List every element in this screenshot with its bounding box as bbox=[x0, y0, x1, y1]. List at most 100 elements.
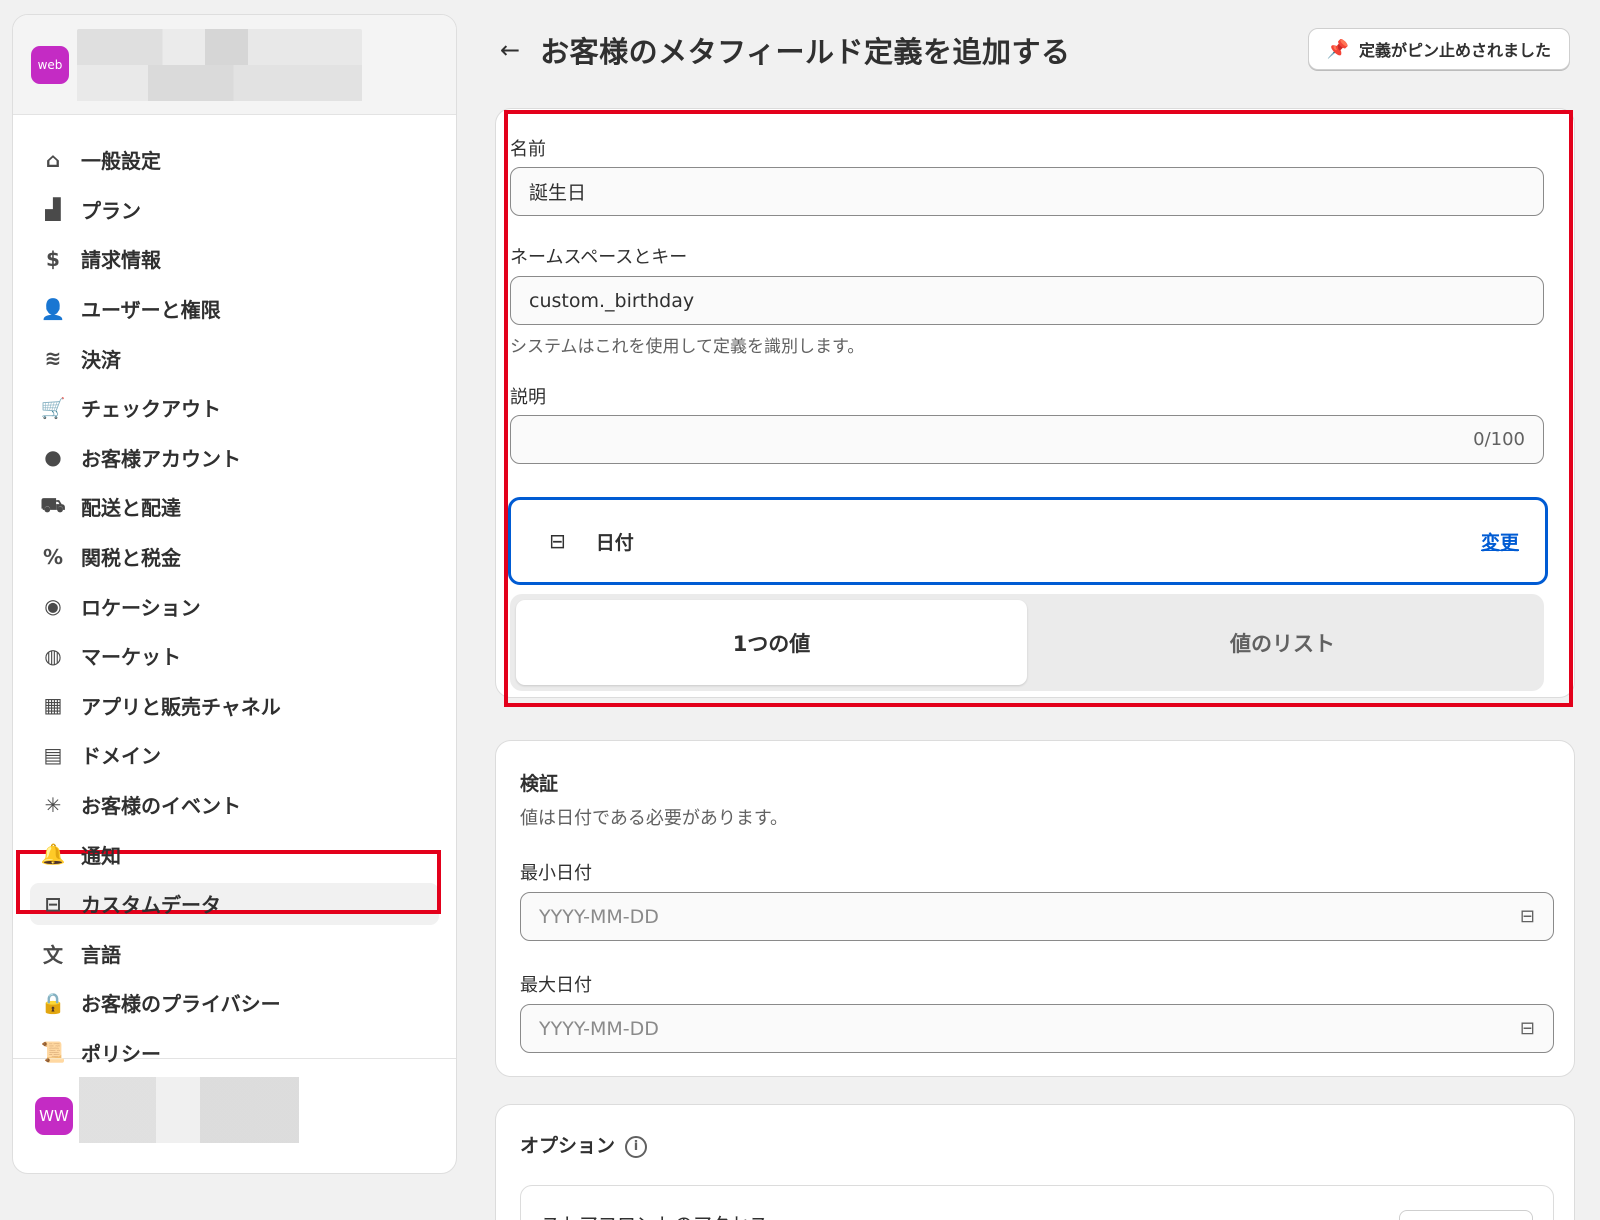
single-value-option[interactable]: 1つの値 bbox=[516, 600, 1027, 685]
sidebar-item[interactable]: $ 請求情報 bbox=[13, 234, 456, 284]
sidebar-item-label: アプリと販売チャネル bbox=[81, 694, 281, 719]
location-icon: ◉ bbox=[44, 594, 62, 619]
sidebar-item-label: お客様のプライバシー bbox=[81, 992, 281, 1017]
pin-button-label: 定義がピン止めされました bbox=[1358, 41, 1551, 60]
sidebar-item[interactable]: ⌂ 一般設定 bbox=[13, 135, 456, 185]
sidebar-item[interactable]: % 関税と税金 bbox=[13, 532, 456, 582]
sidebar-item-label: お客様アカウント bbox=[81, 446, 241, 471]
sidebar-item[interactable]: ▦ アプリと販売チャネル bbox=[13, 681, 456, 731]
type-selector[interactable]: ⊟ 日付 変更 bbox=[508, 497, 1548, 585]
user-account[interactable]: WW bbox=[13, 1058, 456, 1173]
sidebar-item-label: ユーザーと権限 bbox=[81, 298, 221, 323]
sidebar-item-label: カスタムデータ bbox=[81, 893, 221, 918]
policy-icon: 📜 bbox=[40, 1040, 66, 1065]
sidebar-item-label: プラン bbox=[81, 198, 141, 223]
custom-data-icon: ⊟ bbox=[44, 891, 62, 916]
sidebar-item[interactable]: 🔔 通知 bbox=[13, 829, 456, 879]
page-title: お客様のメタフィールド定義を追加する bbox=[540, 35, 1071, 69]
bell-icon: 🔔 bbox=[40, 842, 66, 867]
store-switcher[interactable]: web bbox=[13, 15, 456, 115]
sidebar-item[interactable]: ▟ プラン bbox=[13, 185, 456, 235]
sidebar-item-label: マーケット bbox=[81, 645, 181, 670]
sidebar-item-label: ドメイン bbox=[81, 744, 161, 769]
pin-button[interactable]: 📌 定義がピン止めされました bbox=[1307, 28, 1570, 70]
sidebar-item-label: 配送と配達 bbox=[81, 496, 181, 521]
store-avatar: web bbox=[31, 45, 69, 84]
arrow-left-icon[interactable]: ← bbox=[500, 36, 520, 64]
apps-icon: ▦ bbox=[43, 693, 63, 718]
sidebar-item[interactable]: ● お客様アカウント bbox=[13, 433, 456, 483]
list-value-option[interactable]: 値のリスト bbox=[1027, 600, 1538, 685]
sidebar-item-label: 関税と税金 bbox=[81, 546, 181, 571]
person-icon: ● bbox=[44, 445, 62, 470]
sidebar-item[interactable]: ▤ ドメイン bbox=[13, 730, 456, 780]
sidebar-item-label: ロケーション bbox=[81, 595, 201, 620]
sidebar-item-label: 一般設定 bbox=[81, 149, 161, 174]
user-name-redacted bbox=[79, 1077, 299, 1143]
validation-card: 検証 値は日付である必要があります。 最小日付 YYYY-MM-DD ⊟ 最大日… bbox=[495, 740, 1575, 1077]
sidebar-item[interactable]: 文言語 bbox=[13, 929, 456, 979]
sidebar-item-label: 決済 bbox=[81, 347, 121, 372]
max-date-label: 最大日付 bbox=[520, 975, 592, 996]
min-date-input[interactable]: YYYY-MM-DD ⊟ bbox=[520, 892, 1554, 941]
pin-icon: 📌 bbox=[1326, 38, 1349, 60]
users-icon: 👤 bbox=[40, 296, 66, 321]
description-counter: 0/100 bbox=[1473, 429, 1525, 450]
settings-sidebar: web ⌂ 一般設定 ▟ プラン $ 請求情報 👤 ユーザーと権限 ≋ 決済 🛒 チェックアウト ● お客… bbox=[12, 14, 457, 1174]
sidebar-item[interactable]: ✳ お客様のイベント bbox=[13, 780, 456, 830]
type-label: 日付 bbox=[595, 531, 634, 554]
globe-icon: ◍ bbox=[44, 643, 62, 668]
calendar-icon[interactable]: ⊟ bbox=[1520, 1018, 1535, 1039]
name-value: 誕生日 bbox=[529, 182, 587, 204]
payments-icon: ≋ bbox=[44, 346, 62, 371]
max-date-input[interactable]: YYYY-MM-DD ⊟ bbox=[520, 1004, 1554, 1053]
namespace-label: ネームスペースとキー bbox=[510, 247, 688, 268]
calendar-icon: ⊟ bbox=[549, 529, 566, 553]
sidebar-item-label: 請求情報 bbox=[81, 248, 161, 273]
sidebar-item[interactable]: ◉ ロケーション bbox=[13, 581, 456, 631]
store-name-redacted bbox=[77, 29, 362, 101]
change-type-link[interactable]: 変更 bbox=[1481, 528, 1519, 555]
sidebar-item[interactable]: ⊟ カスタムデータ bbox=[13, 879, 456, 929]
store-icon: ⌂ bbox=[45, 147, 61, 172]
sidebar-item[interactable]: 👤 ユーザーと権限 bbox=[13, 284, 456, 334]
name-input[interactable]: 誕生日 bbox=[510, 167, 1544, 216]
value-count-toggle: 1つの値 値のリスト bbox=[510, 594, 1544, 691]
sidebar-item-label: 通知 bbox=[81, 843, 121, 868]
page-header: ← お客様のメタフィールド定義を追加する 📌 定義がピン止めされました bbox=[500, 28, 1570, 72]
definition-card: 名前 誕生日 ネームスペースとキー custom._birthday システムは… bbox=[495, 108, 1575, 698]
validation-subtitle: 値は日付である必要があります。 bbox=[520, 808, 789, 829]
storefront-access-select[interactable] bbox=[1399, 1210, 1533, 1220]
domain-icon: ▤ bbox=[43, 742, 63, 767]
info-icon[interactable]: i bbox=[625, 1135, 648, 1158]
billing-icon: $ bbox=[46, 246, 60, 271]
storefront-access-row: ストアフロントのアクセス bbox=[520, 1185, 1554, 1220]
max-date-placeholder: YYYY-MM-DD bbox=[539, 1017, 659, 1040]
namespace-input[interactable]: custom._birthday bbox=[510, 276, 1544, 325]
sidebar-item-label: 言語 bbox=[81, 942, 121, 967]
storefront-access-label: ストアフロントのアクセス bbox=[541, 1210, 768, 1220]
description-input[interactable]: 0/100 bbox=[510, 415, 1544, 464]
options-title-text: オプション bbox=[520, 1135, 616, 1157]
settings-nav: ⌂ 一般設定 ▟ プラン $ 請求情報 👤 ユーザーと権限 ≋ 決済 🛒 チェックアウト ● お客様アカウ… bbox=[13, 115, 456, 1077]
cart-icon: 🛒 bbox=[40, 395, 66, 420]
description-label: 説明 bbox=[510, 387, 546, 408]
min-date-label: 最小日付 bbox=[520, 863, 592, 884]
calendar-icon[interactable]: ⊟ bbox=[1520, 906, 1535, 927]
namespace-help: システムはこれを使用して定義を識別します。 bbox=[510, 337, 865, 357]
plan-icon: ▟ bbox=[45, 197, 61, 222]
lock-icon: 🔒 bbox=[40, 990, 66, 1015]
sidebar-item[interactable]: ⛟ 配送と配達 bbox=[13, 482, 456, 532]
sidebar-item[interactable]: ≋ 決済 bbox=[13, 333, 456, 383]
sidebar-item[interactable]: 🔒 お客様のプライバシー bbox=[13, 978, 456, 1028]
min-date-placeholder: YYYY-MM-DD bbox=[539, 905, 659, 928]
sidebar-item[interactable]: 🛒 チェックアウト bbox=[13, 383, 456, 433]
cursor-icon: ✳ bbox=[44, 792, 62, 817]
options-title: オプション i bbox=[520, 1131, 648, 1158]
options-card: オプション i ストアフロントのアクセス bbox=[495, 1104, 1575, 1220]
language-icon: 文 bbox=[43, 942, 63, 967]
validation-title: 検証 bbox=[520, 773, 559, 795]
sidebar-item-label: お客様のイベント bbox=[81, 794, 241, 819]
name-label: 名前 bbox=[510, 139, 546, 160]
sidebar-item[interactable]: ◍ マーケット bbox=[13, 631, 456, 681]
